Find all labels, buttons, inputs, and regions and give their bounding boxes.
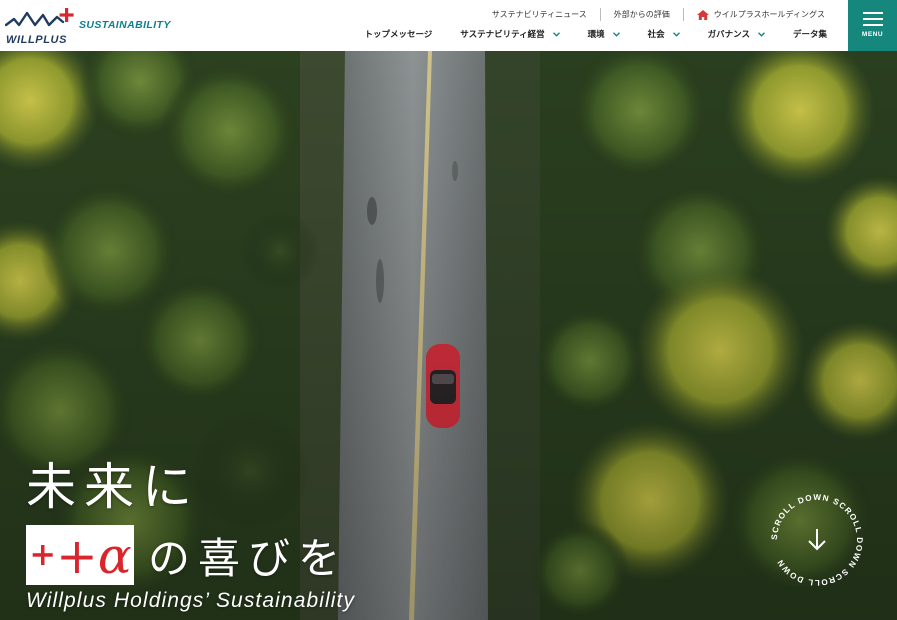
hero-copy: 未来に +α の喜びを Willplus Holdings’ Sustainab… [26, 457, 355, 613]
logo-mark-icon [5, 8, 74, 27]
logo-subtitle: SUSTAINABILITY [79, 19, 171, 31]
scroll-down-indicator[interactable]: SCROLL DOWN SCROLL DOWN SCROLL DOWN [765, 488, 869, 592]
util-link-news[interactable]: サステナビリティニュース [479, 8, 600, 21]
nav-label: データ集 [792, 30, 827, 40]
home-icon [696, 9, 709, 20]
plus-alpha-text: +α [56, 527, 132, 585]
scroll-down-circle: SCROLL DOWN SCROLL DOWN SCROLL DOWN [770, 493, 863, 587]
global-nav: トップメッセージ サステナビリティ経営 環境 社会 ガバナンス データ集 [364, 28, 827, 40]
hero-headline-line1: 未来に [26, 458, 200, 516]
nav-sustainability-management[interactable]: サステナビリティ経営 [460, 28, 560, 40]
hamburger-icon [863, 12, 883, 14]
utility-nav: サステナビリティニュース 外部からの評価 ウイルプラスホールディングス [479, 8, 835, 21]
nav-governance[interactable]: ガバナンス [708, 28, 765, 40]
hero-headline-line2: +α の喜びを [26, 525, 355, 585]
util-link-label: ウイルプラスホールディングス [713, 10, 825, 19]
hamburger-icon [863, 24, 883, 26]
nav-society[interactable]: 社会 [648, 28, 680, 40]
menu-button[interactable]: MENU [848, 0, 897, 51]
hero-subtitle: Willplus Holdings’ Sustainability [26, 589, 356, 612]
hamburger-icon [863, 18, 883, 20]
nav-top-message[interactable]: トップメッセージ [364, 28, 432, 40]
plus-alpha-icon: +α [32, 527, 132, 585]
hero-section: 未来に +α の喜びを Willplus Holdings’ Sustainab… [0, 51, 897, 620]
menu-button-label: MENU [861, 31, 884, 38]
nav-label: トップメッセージ [364, 30, 433, 40]
arrow-down-icon [808, 529, 826, 551]
util-link-holdings[interactable]: ウイルプラスホールディングス [682, 8, 835, 21]
hero-headline-line2-text: の喜びを [148, 533, 349, 583]
site-header: WILLPLUS SUSTAINABILITY サステナビリティニュース 外部か… [0, 0, 897, 51]
util-link-label: 外部からの評価 [613, 10, 670, 19]
util-link-evaluation[interactable]: 外部からの評価 [599, 8, 683, 21]
chevron-down-icon [552, 31, 560, 37]
chevron-down-icon [672, 31, 680, 37]
chevron-down-icon [757, 31, 765, 37]
util-link-label: サステナビリティニュース [491, 10, 587, 19]
nav-data[interactable]: データ集 [793, 28, 827, 40]
logo-wordmark: WILLPLUS [6, 34, 68, 46]
nav-label: サステナビリティ経営 [460, 30, 545, 40]
plus-alpha-badge: +α [26, 525, 134, 585]
nav-label: 社会 [647, 30, 665, 40]
nav-label: ガバナンス [707, 30, 750, 40]
nav-label: 環境 [587, 30, 605, 40]
willplus-logo[interactable]: WILLPLUS SUSTAINABILITY [5, 3, 175, 47]
nav-environment[interactable]: 環境 [588, 28, 620, 40]
chevron-down-icon [612, 31, 620, 37]
